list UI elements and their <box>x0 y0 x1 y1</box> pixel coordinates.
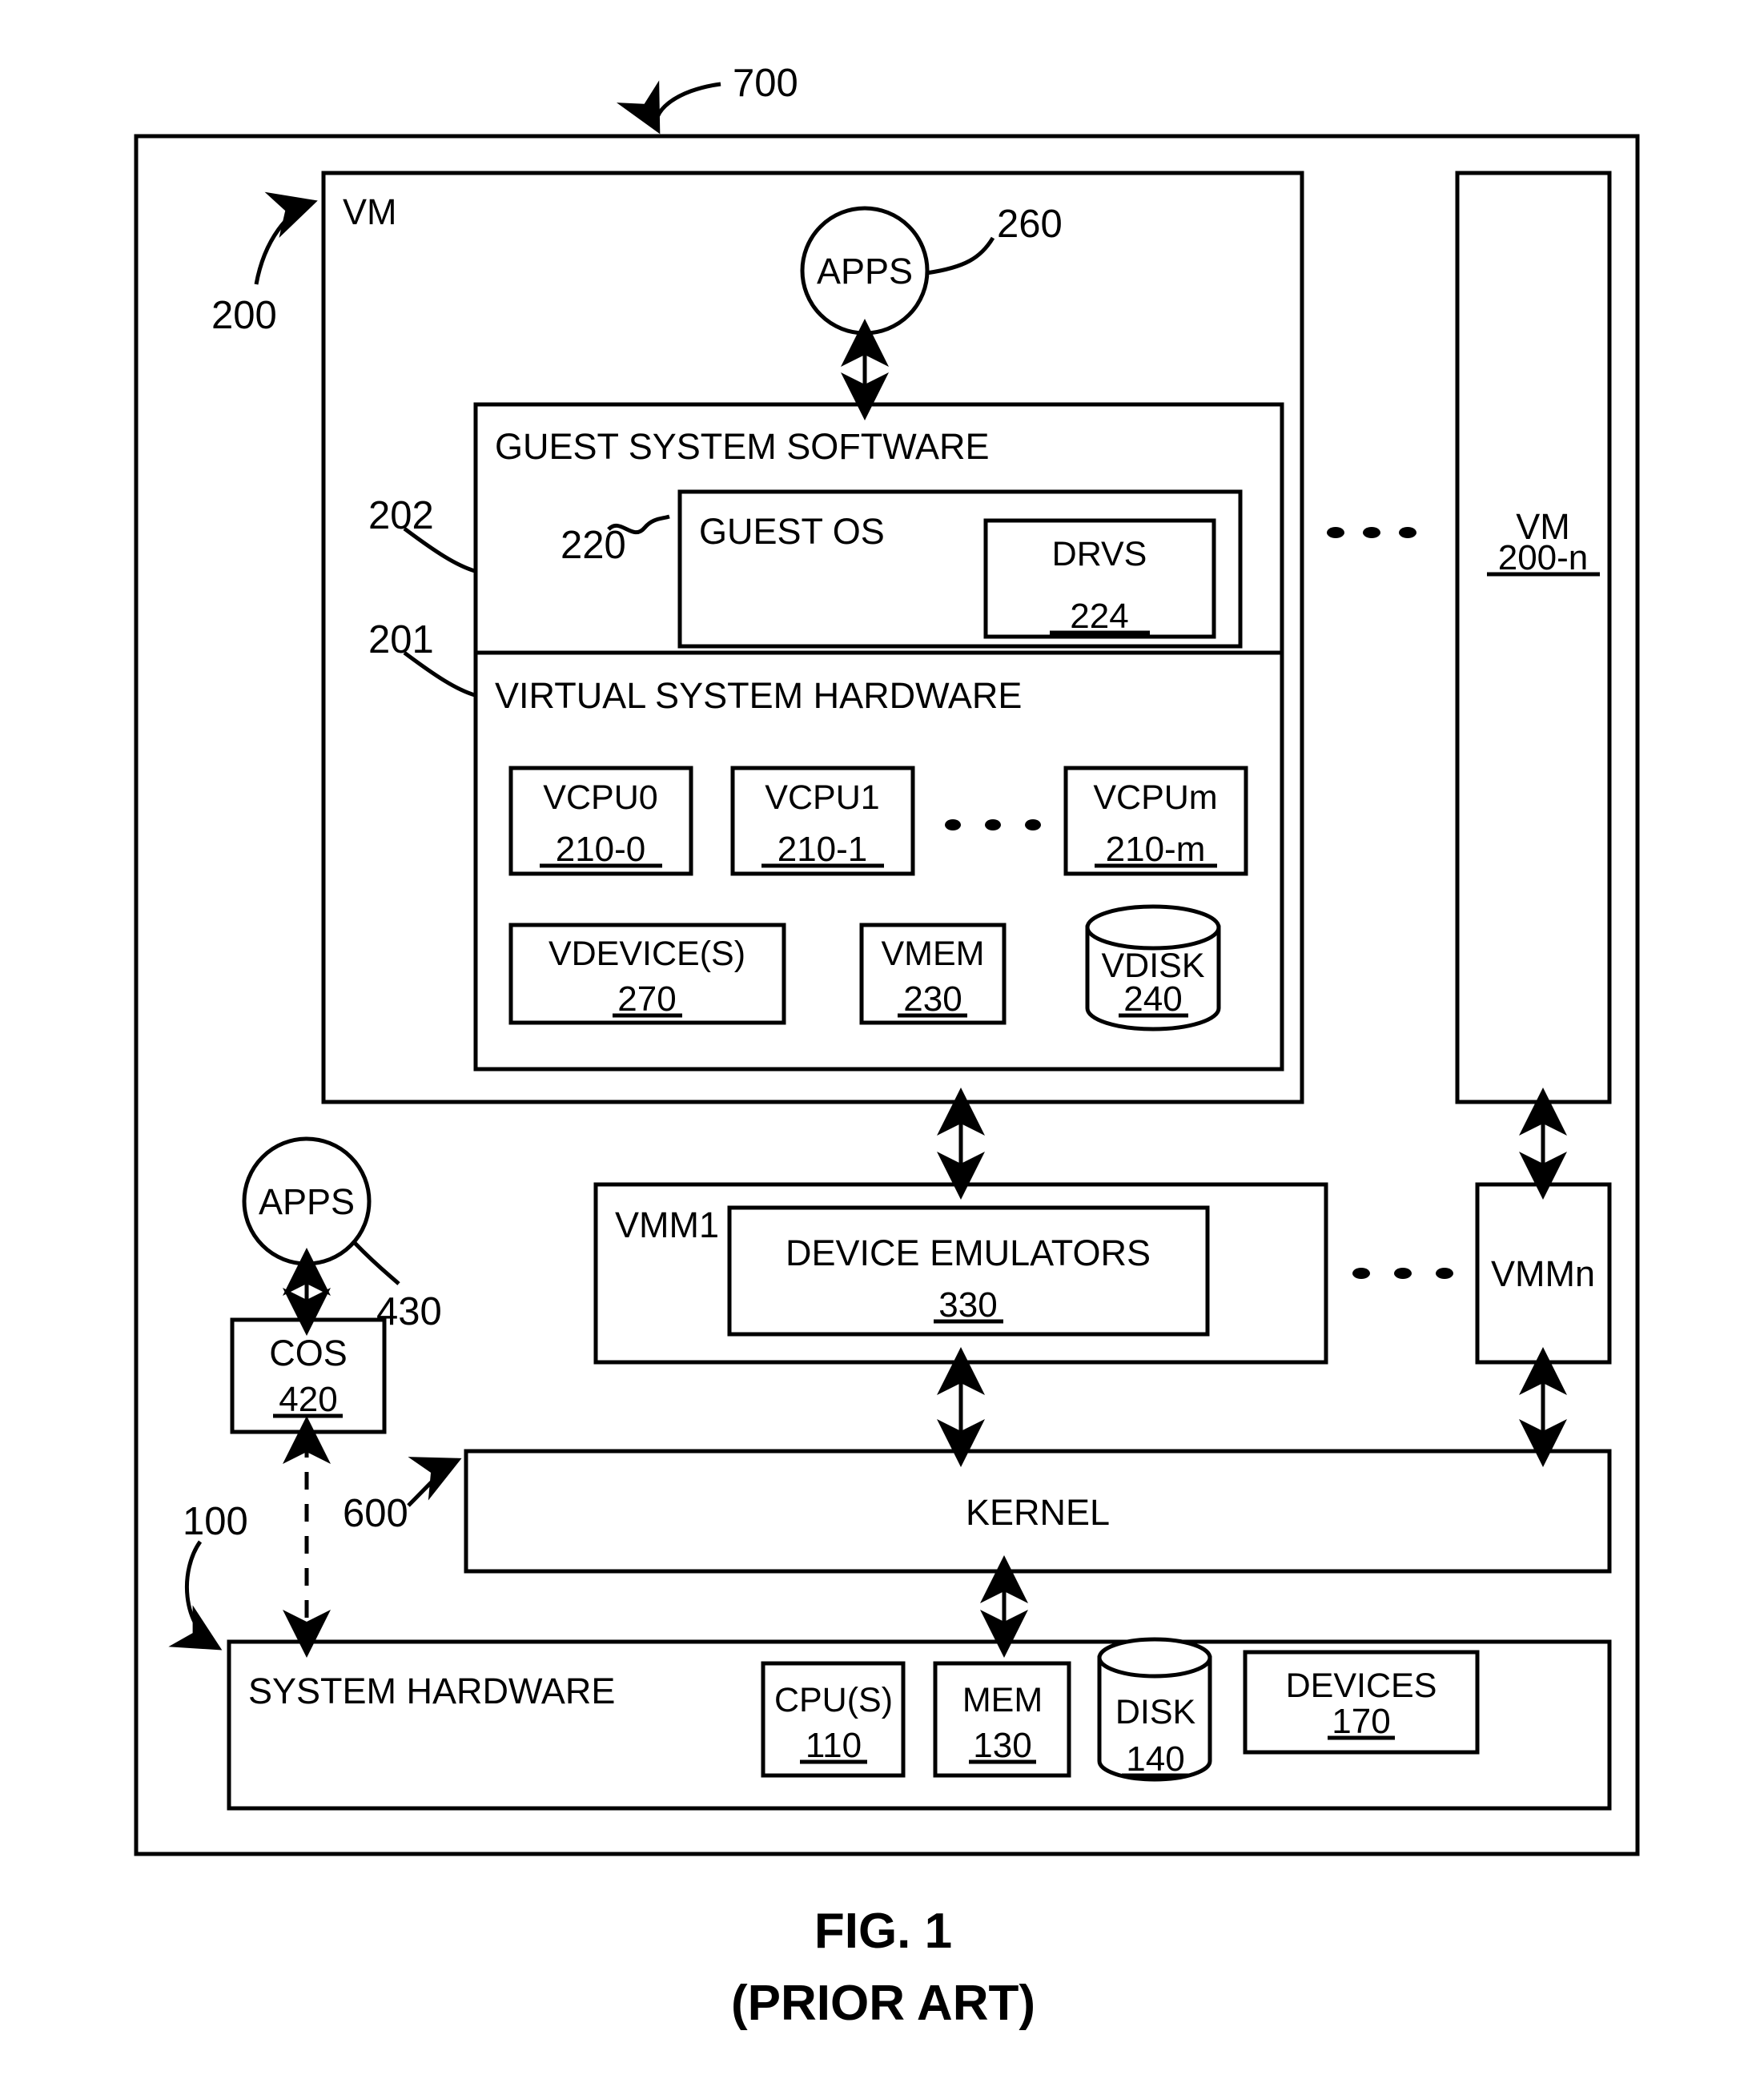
vcpu0-box <box>508 766 693 876</box>
cpus-box <box>761 1661 906 1778</box>
vcpu-ellipsis-dot-1 <box>945 819 961 830</box>
vm-ellipsis-dot-3 <box>1399 527 1416 538</box>
vm-n-box <box>1455 171 1612 1104</box>
leader-700 <box>617 80 721 135</box>
vm-ellipsis-dot-1 <box>1327 527 1344 538</box>
kernel-box <box>464 1449 1612 1574</box>
vmmn-box <box>1475 1182 1612 1365</box>
vm-apps-circle <box>800 206 930 336</box>
vm-ellipsis-dot-2 <box>1363 527 1380 538</box>
vcpu-ellipsis-dot-2 <box>985 819 1001 830</box>
vcpu-ellipsis-dot-3 <box>1025 819 1041 830</box>
vmm-ellipsis-dot-1 <box>1352 1268 1370 1279</box>
mem-box <box>933 1661 1071 1778</box>
vmem-box <box>859 923 1007 1025</box>
drvs-box <box>983 518 1216 639</box>
vmm-ellipsis-dot-3 <box>1436 1268 1453 1279</box>
vmm-ellipsis-dot-2 <box>1394 1268 1412 1279</box>
device-emulators-box <box>727 1205 1210 1337</box>
diagram-canvas <box>134 80 1640 1856</box>
patent-figure: 700 VM 200 APPS 260 GUEST SYSTEM SOFTWAR… <box>0 0 1764 2091</box>
vcpum-box <box>1063 766 1248 876</box>
vdisk-cylinder-top <box>1085 904 1221 951</box>
cos-apps-circle <box>242 1136 372 1266</box>
vcpu1-box <box>730 766 915 876</box>
vdevices-box <box>508 923 786 1025</box>
disk-cylinder-top <box>1097 1637 1212 1679</box>
